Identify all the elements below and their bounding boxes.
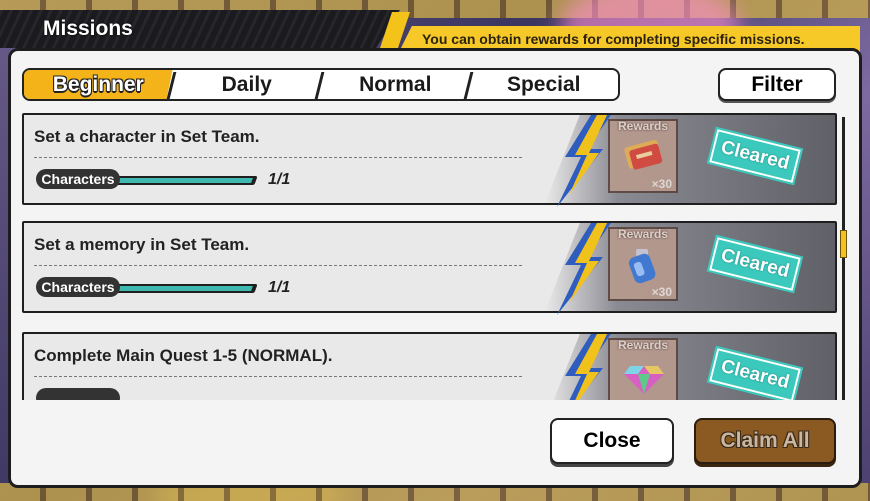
reward-quantity: ×30 (651, 285, 672, 299)
progress-count: 1/1 (268, 171, 291, 188)
mission-item: Set a character in Set Team. Characters … (22, 113, 837, 207)
reward-slot[interactable]: Rewards ×30 (608, 119, 678, 193)
ticket-icon (624, 139, 663, 170)
tab-daily[interactable]: Daily (173, 70, 322, 99)
gem-icon (624, 366, 664, 394)
cleared-stamp: Cleared (707, 344, 803, 400)
filter-button[interactable]: Filter (718, 68, 836, 101)
mission-item: Complete Main Quest 1-5 (NORMAL). Reward… (22, 332, 837, 400)
header-subtitle: You can obtain rewards for completing sp… (422, 31, 805, 47)
mission-list[interactable]: Set a character in Set Team. Characters … (22, 113, 837, 400)
mission-description: Set a memory in Set Team. (34, 235, 250, 254)
category-badge: Characters (36, 277, 120, 297)
divider (34, 376, 522, 377)
divider (34, 157, 522, 158)
missions-header: Missions You can obtain rewards for comp… (0, 10, 870, 54)
cleared-stamp: Cleared (707, 233, 803, 295)
mission-item: Set a memory in Set Team. Characters 1/1… (22, 221, 837, 315)
mission-description: Set a character in Set Team. (34, 127, 260, 146)
category-badge (36, 388, 120, 400)
reward-label: Rewards (617, 338, 669, 352)
progress-count: 1/1 (268, 279, 291, 296)
page-title: Missions (43, 17, 133, 40)
claim-all-button[interactable]: Claim All (694, 418, 836, 464)
mission-list-scrollbar[interactable] (840, 117, 847, 400)
progress-bar (112, 176, 258, 185)
reward-slot[interactable]: Rewards (608, 338, 678, 400)
progress-bar (112, 284, 258, 293)
mission-description: Complete Main Quest 1-5 (NORMAL). (34, 346, 333, 365)
progress-bar-fill (115, 178, 253, 183)
reward-slot[interactable]: Rewards ×30 (608, 227, 678, 301)
cleared-stamp: Cleared (707, 125, 803, 187)
progress-bar-fill (115, 286, 253, 291)
close-button[interactable]: Close (550, 418, 674, 464)
reward-label: Rewards (617, 227, 669, 241)
category-badge: Characters (36, 169, 120, 189)
scrollbar-thumb[interactable] (840, 230, 847, 258)
reward-label: Rewards (617, 119, 669, 133)
tab-normal[interactable]: Normal (321, 70, 470, 99)
tab-special[interactable]: Special (470, 70, 619, 99)
reward-quantity: ×30 (651, 177, 672, 191)
tab-beginner[interactable]: Beginner (24, 70, 173, 99)
divider (34, 265, 522, 266)
mission-tabs: Beginner Daily Normal Special (22, 68, 620, 101)
potion-icon (628, 249, 656, 284)
